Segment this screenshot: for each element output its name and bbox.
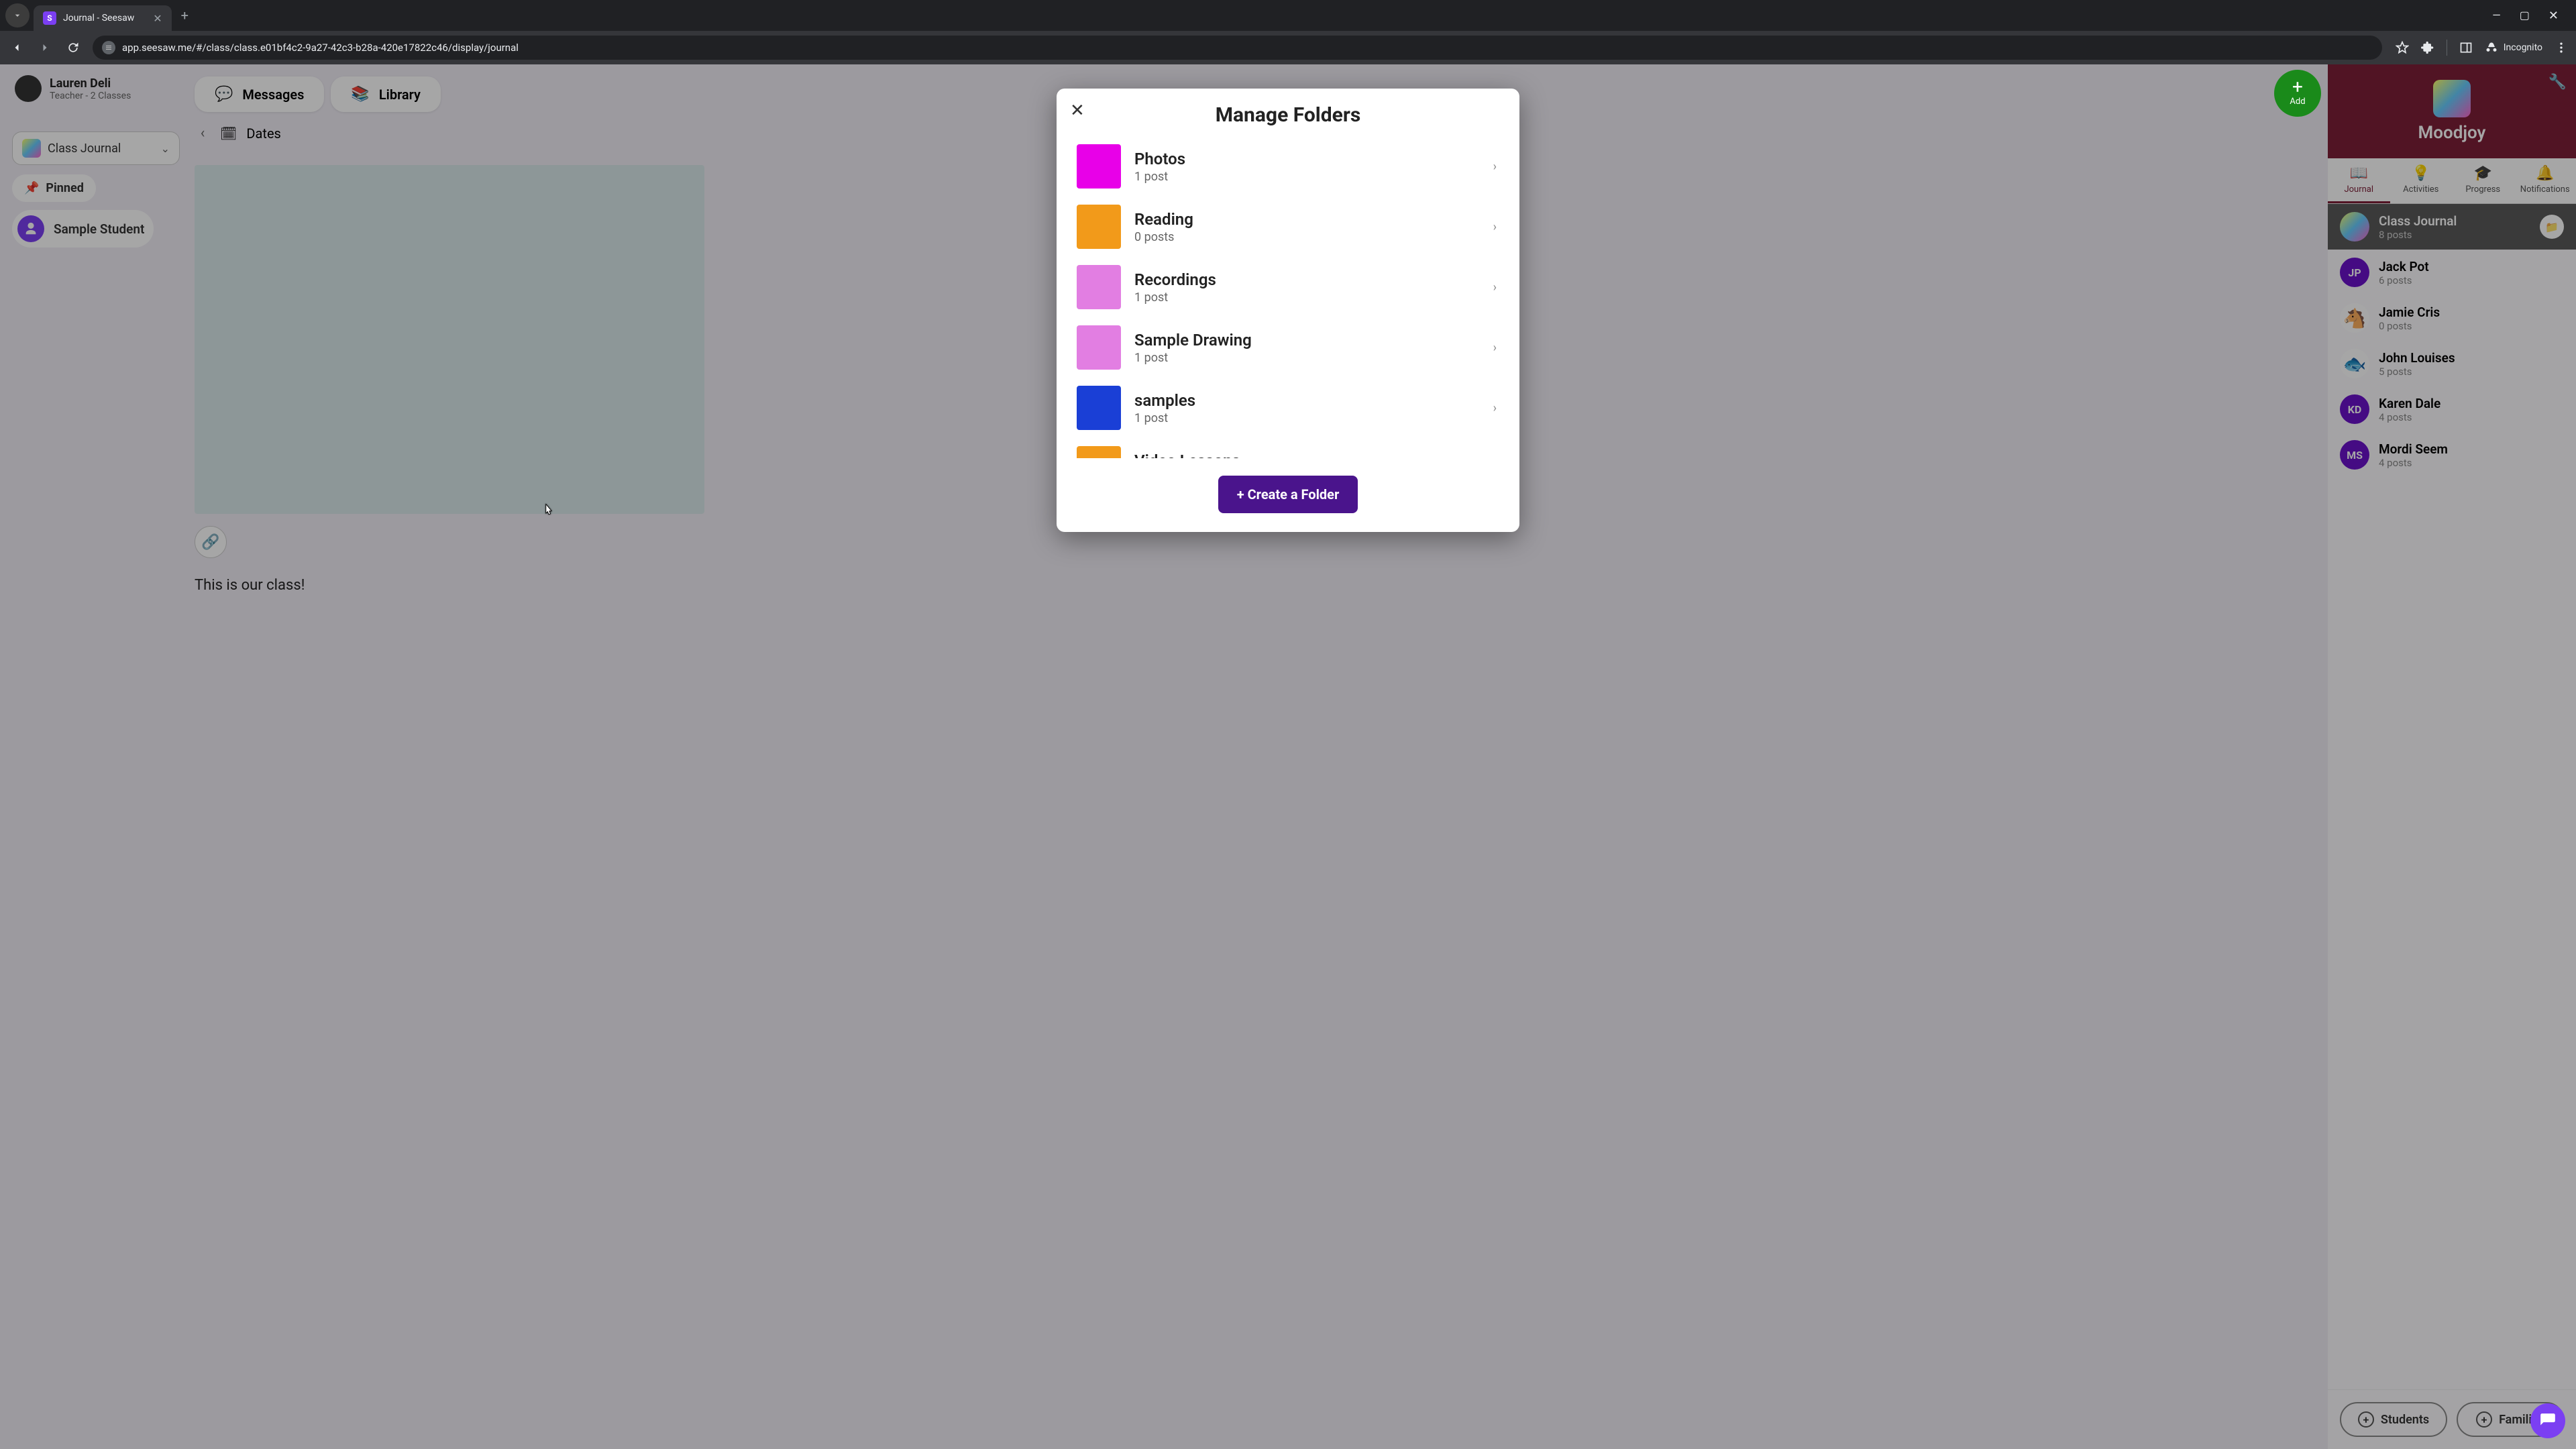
chevron-right-icon: › bbox=[1493, 280, 1497, 294]
chevron-right-icon: › bbox=[1493, 220, 1497, 234]
add-fab-button[interactable]: + Add bbox=[2274, 70, 2321, 117]
chevron-right-icon: › bbox=[1493, 341, 1497, 355]
folder-color-swatch bbox=[1077, 265, 1121, 309]
folder-row[interactable]: Sample Drawing1 post › bbox=[1077, 317, 1497, 378]
folder-name: Photos bbox=[1134, 150, 1480, 168]
nav-back-button[interactable] bbox=[8, 39, 25, 56]
window-maximize-icon[interactable]: ▢ bbox=[2520, 9, 2530, 23]
folder-row[interactable]: Recordings1 post › bbox=[1077, 257, 1497, 317]
chevron-right-icon: › bbox=[1493, 401, 1497, 415]
browser-chrome: S Journal - Seesaw ✕ + — ▢ ✕ app.seesaw.… bbox=[0, 0, 2576, 64]
site-settings-icon[interactable] bbox=[102, 41, 115, 54]
folder-name: Recordings bbox=[1134, 270, 1480, 289]
folder-post-count: 1 post bbox=[1134, 290, 1480, 305]
bookmark-star-icon[interactable] bbox=[2396, 41, 2409, 54]
folder-row[interactable]: Reading0 posts › bbox=[1077, 197, 1497, 257]
window-minimize-icon[interactable]: — bbox=[2492, 9, 2501, 23]
nav-reload-button[interactable] bbox=[64, 39, 82, 56]
folder-color-swatch bbox=[1077, 144, 1121, 189]
browser-menu-icon[interactable] bbox=[2555, 41, 2568, 54]
folder-post-count: 1 post bbox=[1134, 351, 1480, 365]
incognito-indicator[interactable]: Incognito bbox=[2485, 41, 2542, 54]
chevron-right-icon: › bbox=[1493, 160, 1497, 174]
folder-post-count: 1 post bbox=[1134, 170, 1480, 184]
chat-fab[interactable] bbox=[2530, 1403, 2565, 1438]
nav-forward-button bbox=[36, 39, 54, 56]
new-tab-button[interactable]: + bbox=[181, 7, 189, 23]
folder-color-swatch bbox=[1077, 446, 1121, 458]
folder-post-count: 0 posts bbox=[1134, 230, 1480, 244]
folder-row[interactable]: Video Lessons0 posts› bbox=[1077, 438, 1497, 458]
extensions-icon[interactable] bbox=[2421, 41, 2434, 54]
tab-title: Journal - Seesaw bbox=[63, 13, 134, 23]
folder-post-count: 1 post bbox=[1134, 411, 1480, 425]
folder-list[interactable]: Photos1 post›Reading0 posts›Recordings1 … bbox=[1057, 136, 1519, 458]
tab-search-button[interactable] bbox=[5, 3, 30, 28]
address-bar[interactable]: app.seesaw.me/#/class/class.e01bf4c2-9a2… bbox=[93, 36, 2382, 60]
manage-folders-modal: ✕ Manage Folders Photos1 post›Reading0 p… bbox=[1057, 89, 1519, 532]
browser-tab[interactable]: S Journal - Seesaw ✕ bbox=[34, 5, 172, 31]
folder-row[interactable]: samples1 post › bbox=[1077, 378, 1497, 438]
tab-close-icon[interactable]: ✕ bbox=[153, 12, 162, 25]
folder-name: Video Lessons bbox=[1134, 451, 1480, 459]
folder-color-swatch bbox=[1077, 325, 1121, 370]
folder-color-swatch bbox=[1077, 386, 1121, 430]
add-fab-label: Add bbox=[2290, 97, 2305, 107]
window-close-icon[interactable]: ✕ bbox=[2548, 9, 2559, 23]
sidepanel-icon[interactable] bbox=[2459, 41, 2473, 54]
folder-color-swatch bbox=[1077, 205, 1121, 249]
folder-name: samples bbox=[1134, 391, 1480, 410]
folder-row[interactable]: Photos 1 post › bbox=[1077, 136, 1497, 197]
create-folder-button[interactable]: + Create a Folder bbox=[1218, 476, 1358, 513]
folder-name: Reading bbox=[1134, 210, 1480, 229]
modal-close-icon[interactable]: ✕ bbox=[1070, 101, 1085, 121]
tab-favicon: S bbox=[43, 11, 56, 25]
plus-icon: + bbox=[2292, 80, 2303, 95]
cursor-pointer-icon bbox=[542, 503, 555, 521]
url-text: app.seesaw.me/#/class/class.e01bf4c2-9a2… bbox=[122, 42, 519, 54]
modal-title: Manage Folders bbox=[1057, 89, 1519, 136]
folder-name: Sample Drawing bbox=[1134, 331, 1480, 350]
